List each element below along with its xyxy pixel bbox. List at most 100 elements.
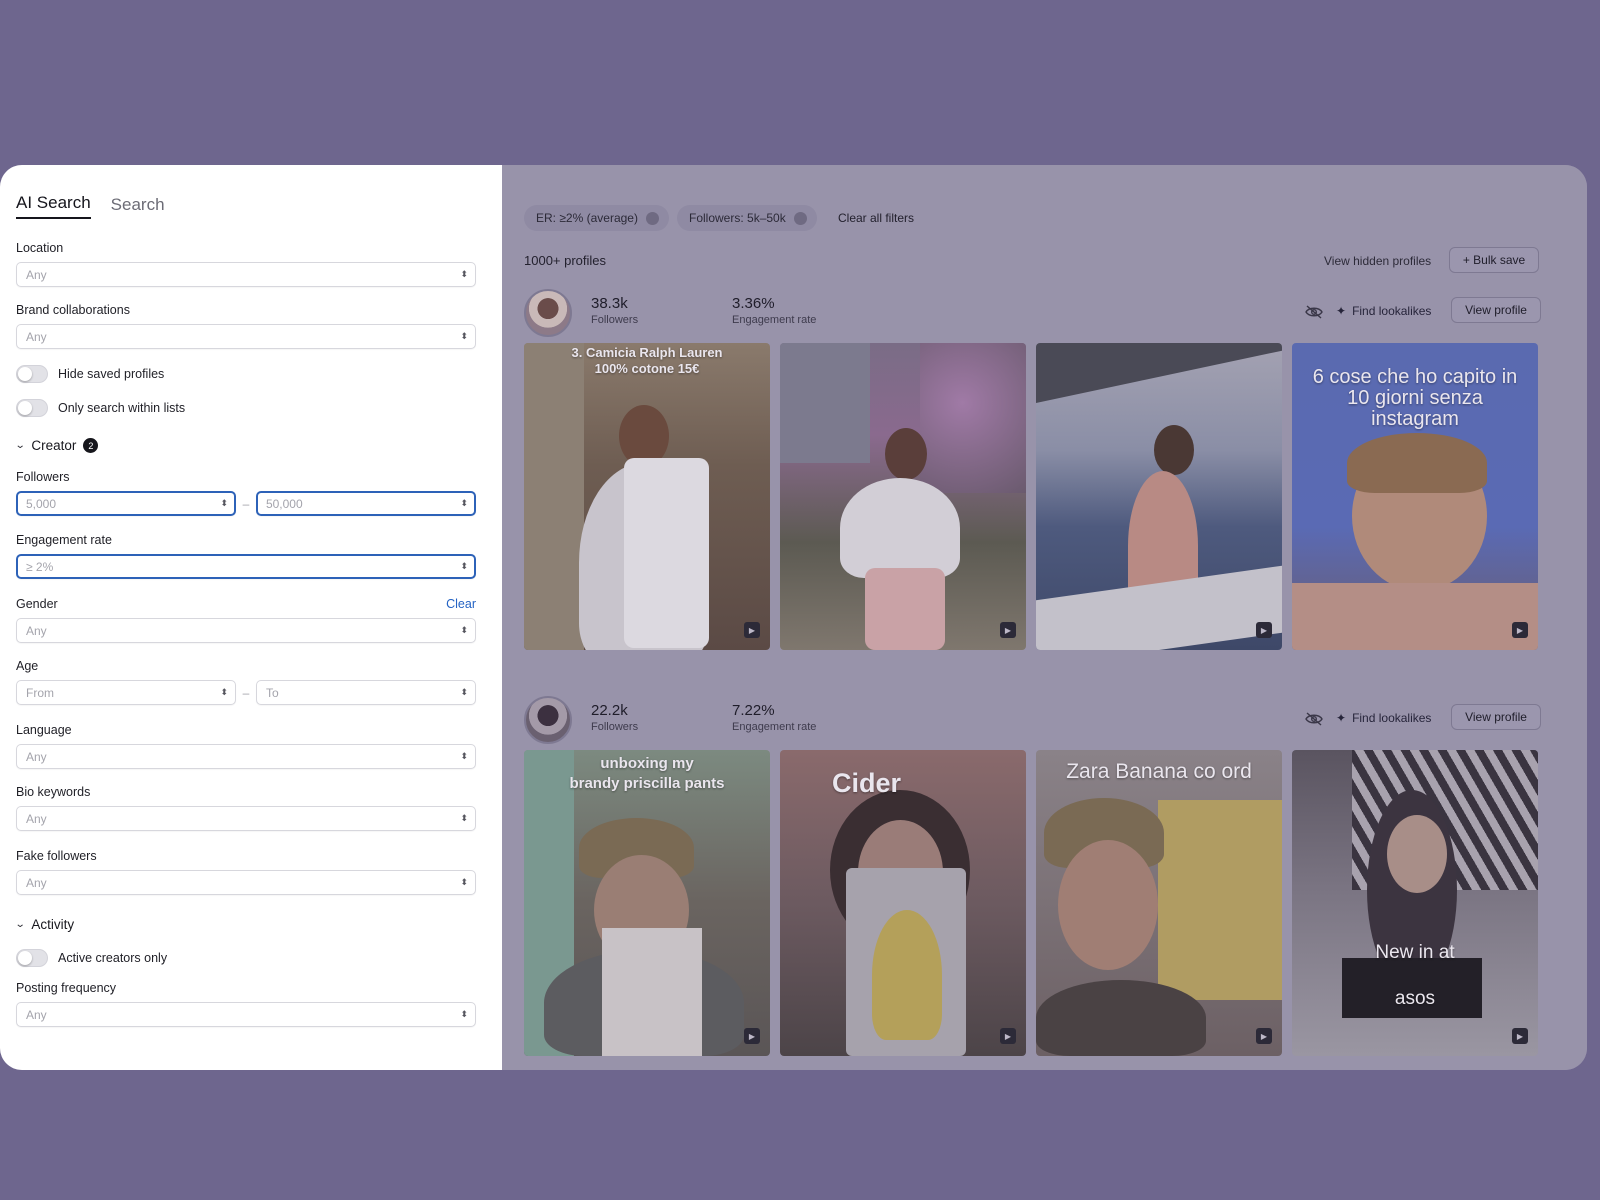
updown-icon: ⬍ xyxy=(460,331,467,341)
profile-card: 38.3k Followers 3.36% Engagement rate ✦ … xyxy=(524,289,1541,650)
remove-chip-icon[interactable] xyxy=(793,211,807,225)
followers-min-input[interactable]: 5,000 ⬍ xyxy=(16,491,237,516)
video-icon: ▶ xyxy=(744,622,760,638)
followers-value: 22.2k xyxy=(591,702,628,719)
engagement-value: 7.22% xyxy=(732,702,775,719)
view-profile-button[interactable]: View profile xyxy=(1451,297,1541,323)
find-lookalikes-label: Find lookalikes xyxy=(1352,711,1432,725)
engagement-value: ≥ 2% xyxy=(26,559,54,574)
bio-keywords-select[interactable]: Any ⬍ xyxy=(16,806,476,831)
gender-select[interactable]: Any ⬍ xyxy=(16,618,476,643)
language-select[interactable]: Any ⬍ xyxy=(16,744,476,769)
only-lists-row: Only search within lists xyxy=(16,399,476,417)
bulk-save-button[interactable]: + Bulk save xyxy=(1449,247,1539,273)
avatar[interactable] xyxy=(524,696,572,744)
clear-all-filters-link[interactable]: Clear all filters xyxy=(838,211,914,225)
location-value: Any xyxy=(26,267,47,282)
followers-stat: 22.2k Followers xyxy=(591,702,638,733)
filter-chip-followers[interactable]: Followers: 5k–50k xyxy=(677,205,817,231)
filter-chip-er[interactable]: ER: ≥2% (average) xyxy=(524,205,669,231)
eye-off-icon[interactable] xyxy=(1305,712,1323,726)
fake-followers-label: Fake followers xyxy=(16,849,97,863)
post-thumbnail[interactable]: Zara Banana co ord ▶ xyxy=(1036,750,1282,1056)
updown-icon: ⬍ xyxy=(460,813,467,823)
chevron-down-icon: ⌄ xyxy=(14,440,26,451)
age-label: Age xyxy=(16,659,39,673)
tab-search[interactable]: Search xyxy=(111,195,165,219)
gender-clear-link[interactable]: Clear xyxy=(446,597,476,611)
post-thumbnail[interactable]: unboxing my brandy priscilla pants ▶ xyxy=(524,750,770,1056)
only-lists-label: Only search within lists xyxy=(58,401,186,415)
posting-frequency-select[interactable]: Any ⬍ xyxy=(16,1002,476,1027)
updown-icon: ⬍ xyxy=(460,625,467,635)
eye-off-icon[interactable] xyxy=(1305,305,1323,319)
post-caption: Zara Banana co ord xyxy=(1066,760,1252,783)
creator-section-toggle[interactable]: ⌄ Creator 2 xyxy=(14,438,476,453)
updown-icon: ⬍ xyxy=(460,877,467,887)
active-only-toggle[interactable] xyxy=(16,949,48,967)
posting-frequency-value: Any xyxy=(26,1007,47,1022)
active-only-row: Active creators only xyxy=(16,949,476,967)
avatar[interactable] xyxy=(524,289,572,337)
post-thumbnail[interactable]: ▶ xyxy=(1036,343,1282,650)
post-thumbnail[interactable]: 3. Camicia Ralph Lauren 100% cotone 15€ … xyxy=(524,343,770,650)
followers-range: 5,000 ⬍ – 50,000 ⬍ xyxy=(16,491,476,516)
followers-max-value: 50,000 xyxy=(265,496,303,511)
video-icon: ▶ xyxy=(1000,1028,1016,1044)
view-profile-button[interactable]: View profile xyxy=(1451,704,1541,730)
profile-card: 22.2k Followers 7.22% Engagement rate ✦ … xyxy=(524,696,1541,1056)
video-icon: ▶ xyxy=(1512,1028,1528,1044)
post-thumbnail[interactable]: ▶ xyxy=(780,343,1026,650)
engagement-stat: 3.36% Engagement rate xyxy=(732,295,816,326)
creator-count-badge: 2 xyxy=(83,438,99,453)
followers-min-value: 5,000 xyxy=(26,496,57,511)
find-lookalikes-link[interactable]: ✦ Find lookalikes xyxy=(1336,711,1431,725)
brand-label: Brand collaborations xyxy=(16,303,130,317)
age-to-select[interactable]: To ⬍ xyxy=(255,680,476,705)
fake-followers-select[interactable]: Any ⬍ xyxy=(16,870,476,895)
followers-stat-label: Followers xyxy=(591,721,639,733)
post-thumbnail[interactable]: 6 cose che ho capito in 10 giorni senza … xyxy=(1292,343,1538,650)
followers-max-input[interactable]: 50,000 ⬍ xyxy=(255,491,476,516)
location-label: Location xyxy=(16,241,64,255)
language-label: Language xyxy=(16,723,72,737)
gender-label: Gender xyxy=(16,597,58,611)
find-lookalikes-link[interactable]: ✦ Find lookalikes xyxy=(1336,304,1431,318)
post-thumbnail[interactable]: New in at asos ▶ xyxy=(1292,750,1538,1056)
only-lists-toggle[interactable] xyxy=(16,399,48,417)
app-window: AI Search Search Location Any ⬍ Brand co… xyxy=(0,165,1587,1070)
activity-section-toggle[interactable]: ⌄ Activity xyxy=(15,917,476,932)
view-hidden-profiles-link[interactable]: View hidden profiles xyxy=(1324,254,1431,268)
toggle-knob xyxy=(18,401,32,415)
video-icon: ▶ xyxy=(1256,1028,1272,1044)
filter-chip-er-label: ER: ≥2% (average) xyxy=(536,211,638,225)
brand-select[interactable]: Any ⬍ xyxy=(16,324,476,349)
age-from-value: From xyxy=(26,685,54,700)
bio-keywords-value: Any xyxy=(26,811,47,826)
results-panel: ER: ≥2% (average) Followers: 5k–50k Clea… xyxy=(502,165,1587,1070)
location-select[interactable]: Any ⬍ xyxy=(16,262,476,287)
age-to-value: To xyxy=(265,685,279,700)
engagement-stat-label: Engagement rate xyxy=(732,721,817,733)
tab-ai-search[interactable]: AI Search xyxy=(16,193,91,219)
post-caption: New in at asos xyxy=(1375,942,1455,1009)
engagement-select[interactable]: ≥ 2% ⬍ xyxy=(16,554,476,579)
updown-icon: ⬍ xyxy=(220,687,228,697)
filter-chip-followers-label: Followers: 5k–50k xyxy=(689,211,786,225)
hide-saved-toggle[interactable] xyxy=(16,365,48,383)
video-icon: ▶ xyxy=(1256,622,1272,638)
hide-saved-row: Hide saved profiles xyxy=(16,365,476,383)
active-only-label: Active creators only xyxy=(58,951,168,965)
age-from-select[interactable]: From ⬍ xyxy=(16,680,237,705)
find-lookalikes-label: Find lookalikes xyxy=(1352,304,1432,318)
updown-icon: ⬍ xyxy=(460,751,467,761)
followers-stat-label: Followers xyxy=(591,314,639,326)
toggle-knob xyxy=(18,367,32,381)
updown-icon: ⬍ xyxy=(460,498,467,508)
remove-chip-icon[interactable] xyxy=(645,211,659,225)
gender-value: Any xyxy=(26,623,47,638)
activity-title: Activity xyxy=(31,917,75,932)
post-thumbnail[interactable]: Cider ▶ xyxy=(780,750,1026,1056)
brand-value: Any xyxy=(26,329,47,344)
followers-label: Followers xyxy=(16,470,70,484)
